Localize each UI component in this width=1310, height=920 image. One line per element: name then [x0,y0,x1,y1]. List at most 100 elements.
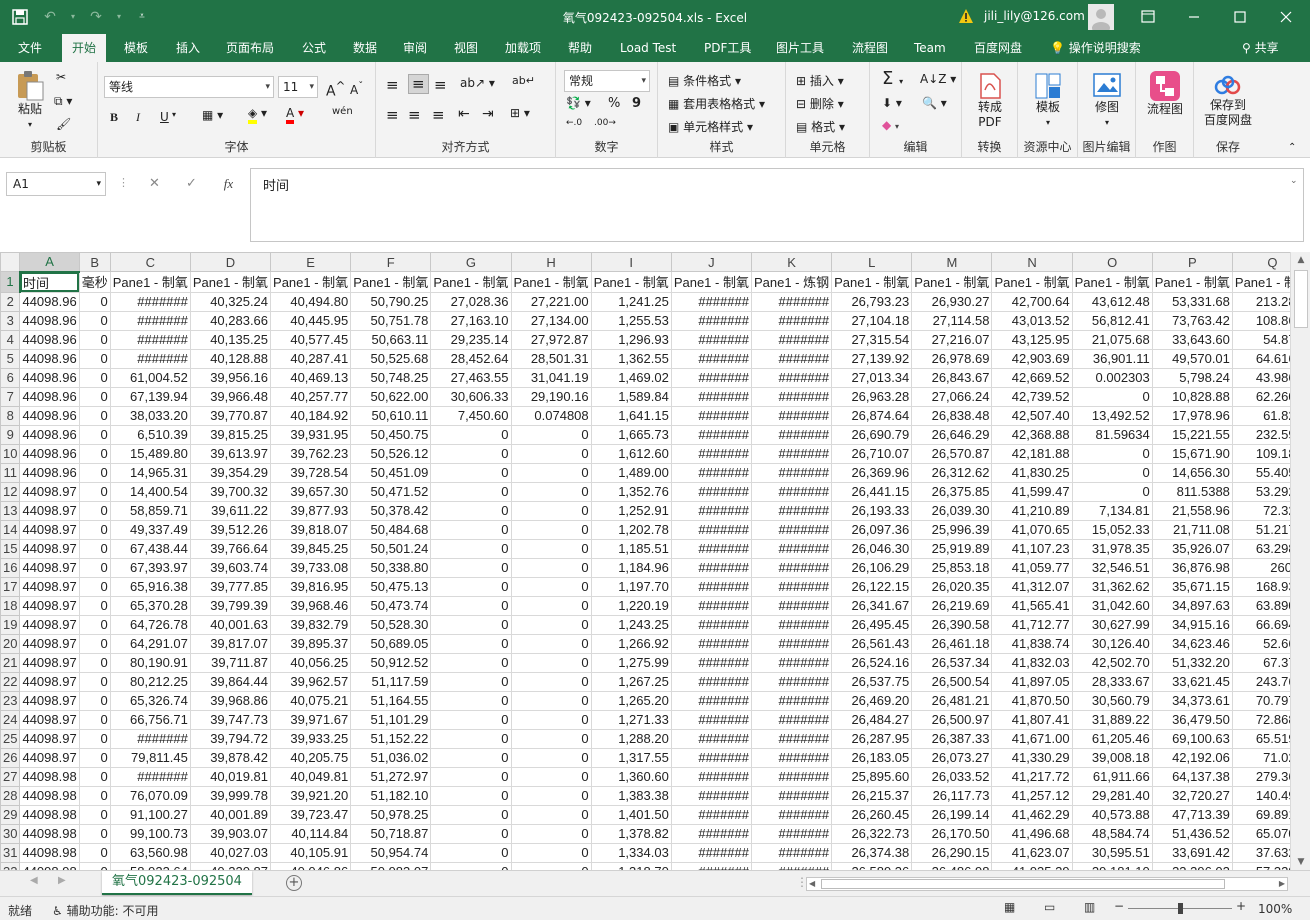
cell[interactable]: 1,185.51 [590,538,672,559]
cell[interactable]: 39,354.29 [189,462,272,483]
cell[interactable]: 0 [78,633,111,654]
cell[interactable]: 0 [430,538,512,559]
cell[interactable]: 39,962.57 [270,671,352,692]
row-header[interactable]: 23 [0,690,21,711]
cell[interactable]: 41,107.23 [991,538,1073,559]
cell[interactable]: 26,843.67 [911,367,993,388]
cell[interactable]: 0 [78,804,111,825]
cell[interactable]: Pane1 - 制氧 [189,271,272,293]
cell[interactable]: 0 [510,519,592,540]
cell[interactable]: 69,100.63 [1151,728,1233,749]
horizontal-scrollbar[interactable]: ◀ ▶ [806,877,1288,891]
cell[interactable]: 51,036.02 [350,747,432,768]
wrap-text-icon[interactable]: ab↵ [512,74,535,87]
column-header[interactable]: H [510,252,592,272]
cell[interactable]: 40,001.63 [189,614,272,635]
cell[interactable]: 0 [510,614,592,635]
cell[interactable]: ####### [670,291,752,312]
cell[interactable]: 0 [430,424,512,445]
cell[interactable]: ####### [670,690,752,711]
cell[interactable]: ####### [670,329,752,350]
cell[interactable]: 72.86834 [1231,709,1290,730]
cell[interactable]: 26,287.95 [831,728,913,749]
fill-icon[interactable]: ⬇ ▾ [882,96,902,110]
cell[interactable]: 39,766.64 [189,538,272,559]
cell[interactable]: 0 [430,443,512,464]
cell[interactable]: 44098.97 [19,709,80,730]
cell[interactable]: 40,577.45 [270,329,352,350]
cell[interactable]: 39,878.42 [189,747,272,768]
cell[interactable]: 1,267.25 [590,671,672,692]
cell[interactable]: 41,565.41 [991,595,1073,616]
italic-button[interactable]: I [136,110,140,125]
tab-review[interactable]: 审阅 [393,34,437,62]
cell[interactable]: ####### [670,633,752,654]
cell[interactable]: 65,916.38 [109,576,191,597]
cell[interactable]: ####### [670,823,752,844]
cell[interactable]: 1,469.02 [590,367,672,388]
cell[interactable]: 72.3217 [1231,500,1290,521]
convert-pdf-button[interactable]: 转成 PDF [970,72,1010,130]
cell[interactable]: 0 [78,690,111,711]
cell[interactable]: 5,798.24 [1151,367,1233,388]
share-button[interactable]: ⚲ 共享 [1232,34,1289,62]
column-header[interactable]: A [19,252,80,273]
row-header[interactable]: 22 [0,671,21,692]
next-sheet-icon[interactable]: ▶ [58,875,66,886]
cell[interactable]: 1,589.84 [590,386,672,407]
cell[interactable]: 260.81 [1231,557,1290,578]
cell[interactable]: 0 [430,614,512,635]
cell[interactable]: 0 [78,652,111,673]
cell[interactable]: 44098.98 [19,842,80,863]
cell[interactable]: 109.1821 [1231,443,1290,464]
cell[interactable]: 44098.98 [19,804,80,825]
cell[interactable]: 51.21745 [1231,519,1290,540]
cell[interactable]: 26,106.29 [831,557,913,578]
cell[interactable]: 1,266.92 [590,633,672,654]
cell[interactable]: 41,462.29 [991,804,1073,825]
cell[interactable]: 14,400.54 [109,481,191,502]
column-header[interactable]: Q [1231,252,1290,272]
cell[interactable]: 21,711.08 [1151,519,1233,540]
cell[interactable]: 44098.98 [19,766,80,787]
row-header[interactable]: 9 [0,424,21,445]
cell[interactable]: 50,622.00 [350,386,432,407]
cell[interactable]: 21,558.96 [1151,500,1233,521]
cell[interactable]: 51,152.22 [350,728,432,749]
cell[interactable]: 0 [510,576,592,597]
cell-styles-button[interactable]: ▣ 单元格样式 ▾ [668,118,753,135]
cell[interactable]: ####### [750,690,833,711]
cell[interactable]: 39,816.95 [270,576,352,597]
cell[interactable]: 40,184.92 [270,405,352,426]
cell[interactable]: 168.9361 [1231,576,1290,597]
cell[interactable]: 44098.98 [19,861,80,870]
cell[interactable]: 41,870.50 [991,690,1073,711]
cell[interactable]: ####### [750,329,833,350]
cell[interactable]: 0 [78,386,111,407]
cell[interactable]: 26,524.16 [831,652,913,673]
cell[interactable]: 1,241.25 [590,291,672,312]
cell[interactable]: 1,296.93 [590,329,672,350]
cell[interactable]: 时间 [19,271,80,293]
cell[interactable]: ####### [750,405,833,426]
cell[interactable]: 64.61646 [1231,348,1290,369]
column-header[interactable]: O [1071,252,1153,272]
copy-icon[interactable]: ⧉ ▾ [54,94,72,109]
cell[interactable]: ####### [670,709,752,730]
cell[interactable]: 31,041.19 [510,367,592,388]
cell[interactable]: 17,978.96 [1151,405,1233,426]
cell[interactable]: 43,612.48 [1071,291,1153,312]
cell[interactable]: ####### [750,310,833,331]
cell[interactable]: 0 [430,861,512,870]
cell[interactable]: 39,613.97 [189,443,272,464]
cell[interactable]: 40,105.91 [270,842,352,863]
cell[interactable]: 1,202.78 [590,519,672,540]
cell[interactable]: 0 [78,709,111,730]
percent-button[interactable]: % [608,96,620,111]
cell[interactable]: 0 [78,405,111,426]
name-box[interactable]: A1 ▾ [6,172,106,196]
cell[interactable]: 33,643.60 [1151,329,1233,350]
cell[interactable]: 44098.97 [19,519,80,540]
cell[interactable]: 15,489.80 [109,443,191,464]
spreadsheet-table[interactable]: ABCDEFGHIJKLMNOPQR 1时间毫秒Pane1 - 制氧Pane1 … [0,252,1290,870]
